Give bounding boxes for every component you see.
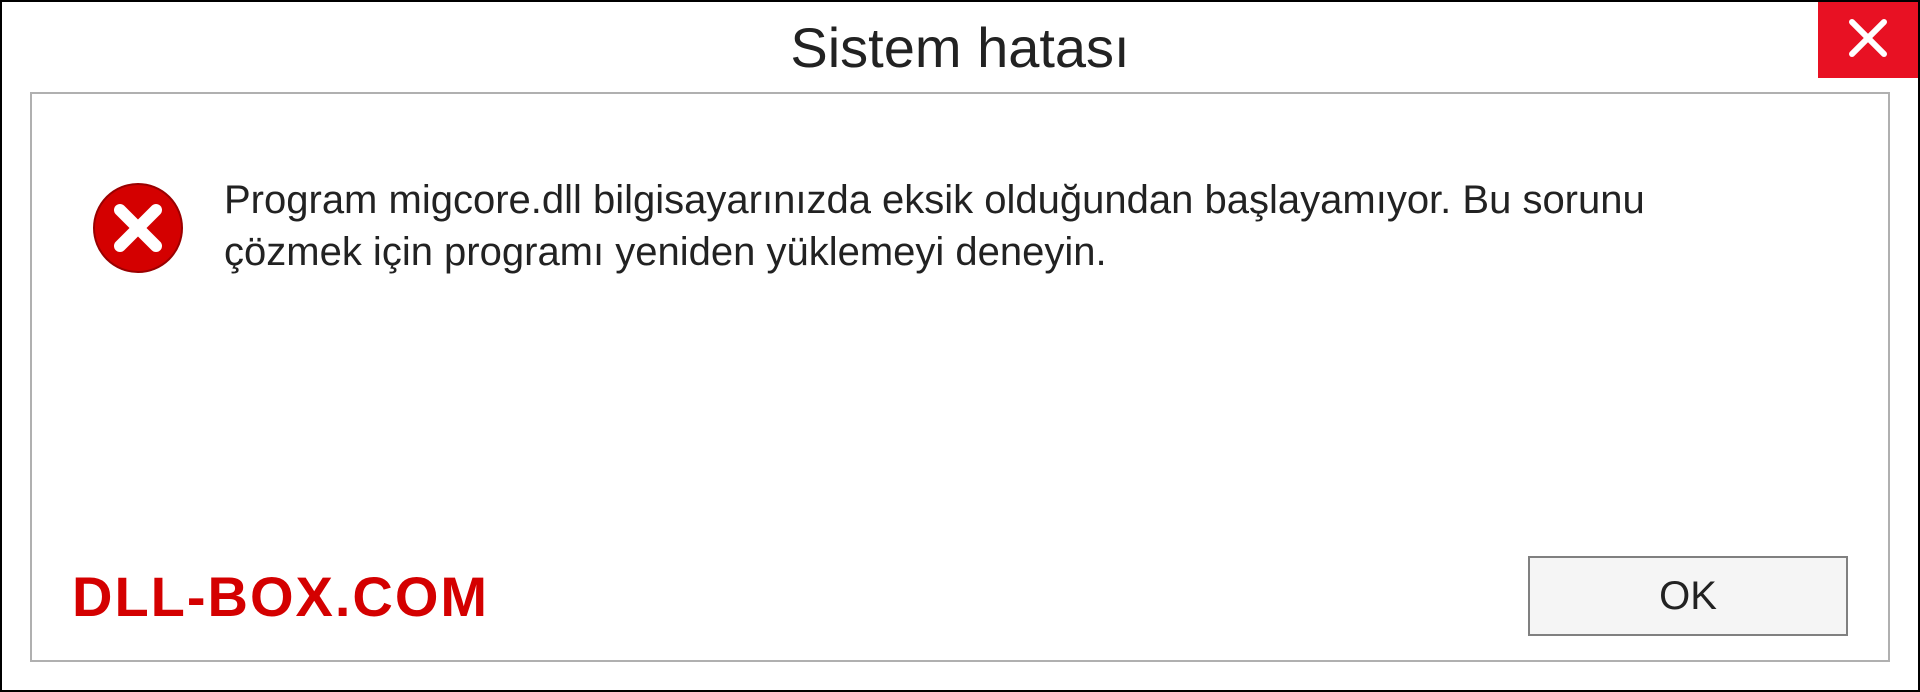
close-button[interactable] [1818, 2, 1918, 78]
message-row: Program migcore.dll bilgisayarınızda eks… [32, 94, 1888, 278]
ok-button-label: OK [1659, 574, 1717, 619]
close-icon [1846, 16, 1890, 65]
dialog-title: Sistem hatası [790, 15, 1129, 80]
error-icon [92, 182, 184, 274]
error-message: Program migcore.dll bilgisayarınızda eks… [224, 174, 1724, 278]
watermark-text: DLL-BOX.COM [72, 564, 489, 629]
dialog-content: Program migcore.dll bilgisayarınızda eks… [30, 92, 1890, 662]
error-dialog: Sistem hatası Program migcore.dll bilgis… [0, 0, 1920, 692]
ok-button[interactable]: OK [1528, 556, 1848, 636]
dialog-footer: DLL-BOX.COM OK [32, 556, 1888, 636]
title-bar: Sistem hatası [2, 2, 1918, 92]
